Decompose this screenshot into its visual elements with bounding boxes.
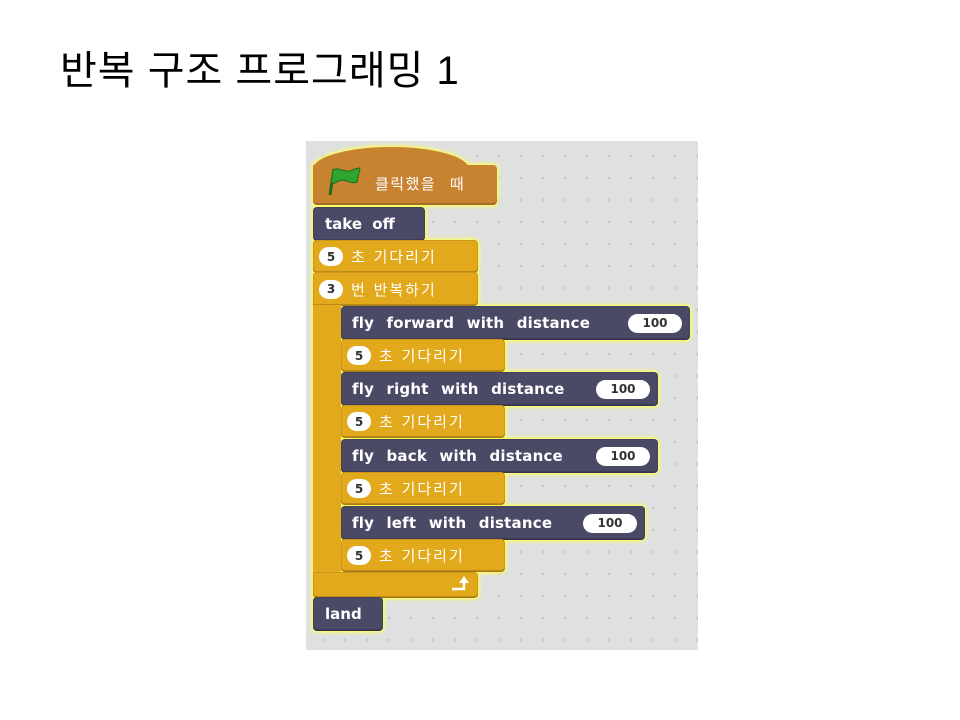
wait-block-label: 초 기다리기	[379, 347, 465, 365]
fly-right-label: fly right with distance	[352, 380, 565, 398]
fly-right-block[interactable]: fly right with distance 100	[341, 372, 658, 406]
fly-left-block[interactable]: fly left with distance 100	[341, 506, 645, 540]
wait-block-label: 초 기다리기	[351, 248, 437, 266]
fly-back-distance-input[interactable]: 100	[596, 446, 650, 466]
repeat-count-input[interactable]: 3	[319, 279, 343, 299]
wait-seconds-input[interactable]: 5	[347, 479, 371, 498]
fly-forward-distance-input[interactable]: 100	[628, 313, 682, 333]
wait-seconds-input[interactable]: 5	[347, 412, 371, 431]
fly-left-distance-input[interactable]: 100	[583, 513, 637, 533]
repeat-block[interactable]: 3 번 반복하기	[313, 272, 478, 306]
when-flag-clicked-block[interactable]: 클릭했을 때	[313, 147, 497, 205]
wait-block-label: 초 기다리기	[379, 413, 465, 431]
fly-right-distance-input[interactable]: 100	[596, 379, 650, 399]
script-stack[interactable]: 클릭했을 때 take off 5 초 기다리기 3 번 반복하기 fly fo…	[306, 141, 698, 650]
wait-block[interactable]: 5 초 기다리기	[341, 472, 505, 505]
wait-seconds-input[interactable]: 5	[347, 546, 371, 565]
wait-block[interactable]: 5 초 기다리기	[313, 240, 478, 273]
land-label: land	[325, 605, 362, 623]
wait-block[interactable]: 5 초 기다리기	[341, 405, 505, 438]
slide-title: 반복 구조 프로그래밍 1	[60, 49, 460, 93]
wait-seconds-input[interactable]: 5	[319, 247, 343, 266]
fly-left-label: fly left with distance	[352, 514, 553, 532]
green-flag-icon	[325, 166, 363, 196]
scripts-area[interactable]: 클릭했을 때 take off 5 초 기다리기 3 번 반복하기 fly fo…	[306, 141, 698, 650]
take-off-block[interactable]: take off	[313, 207, 425, 241]
repeat-block-label: 번 반복하기	[351, 280, 437, 299]
fly-back-block[interactable]: fly back with distance 100	[341, 439, 658, 473]
repeat-block-end	[313, 572, 478, 598]
wait-block[interactable]: 5 초 기다리기	[341, 339, 505, 372]
wait-block[interactable]: 5 초 기다리기	[341, 539, 505, 572]
fly-forward-block[interactable]: fly forward with distance 100	[341, 306, 690, 340]
fly-forward-label: fly forward with distance	[352, 314, 591, 332]
fly-back-label: fly back with distance	[352, 447, 563, 465]
wait-block-label: 초 기다리기	[379, 547, 465, 565]
wait-block-label: 초 기다리기	[379, 480, 465, 498]
land-block[interactable]: land	[313, 597, 383, 631]
hat-block-label: 클릭했을 때	[375, 176, 466, 193]
take-off-label: take off	[325, 215, 395, 233]
wait-seconds-input[interactable]: 5	[347, 346, 371, 365]
loop-arrow-icon	[450, 576, 470, 592]
repeat-block-arm	[313, 305, 341, 575]
